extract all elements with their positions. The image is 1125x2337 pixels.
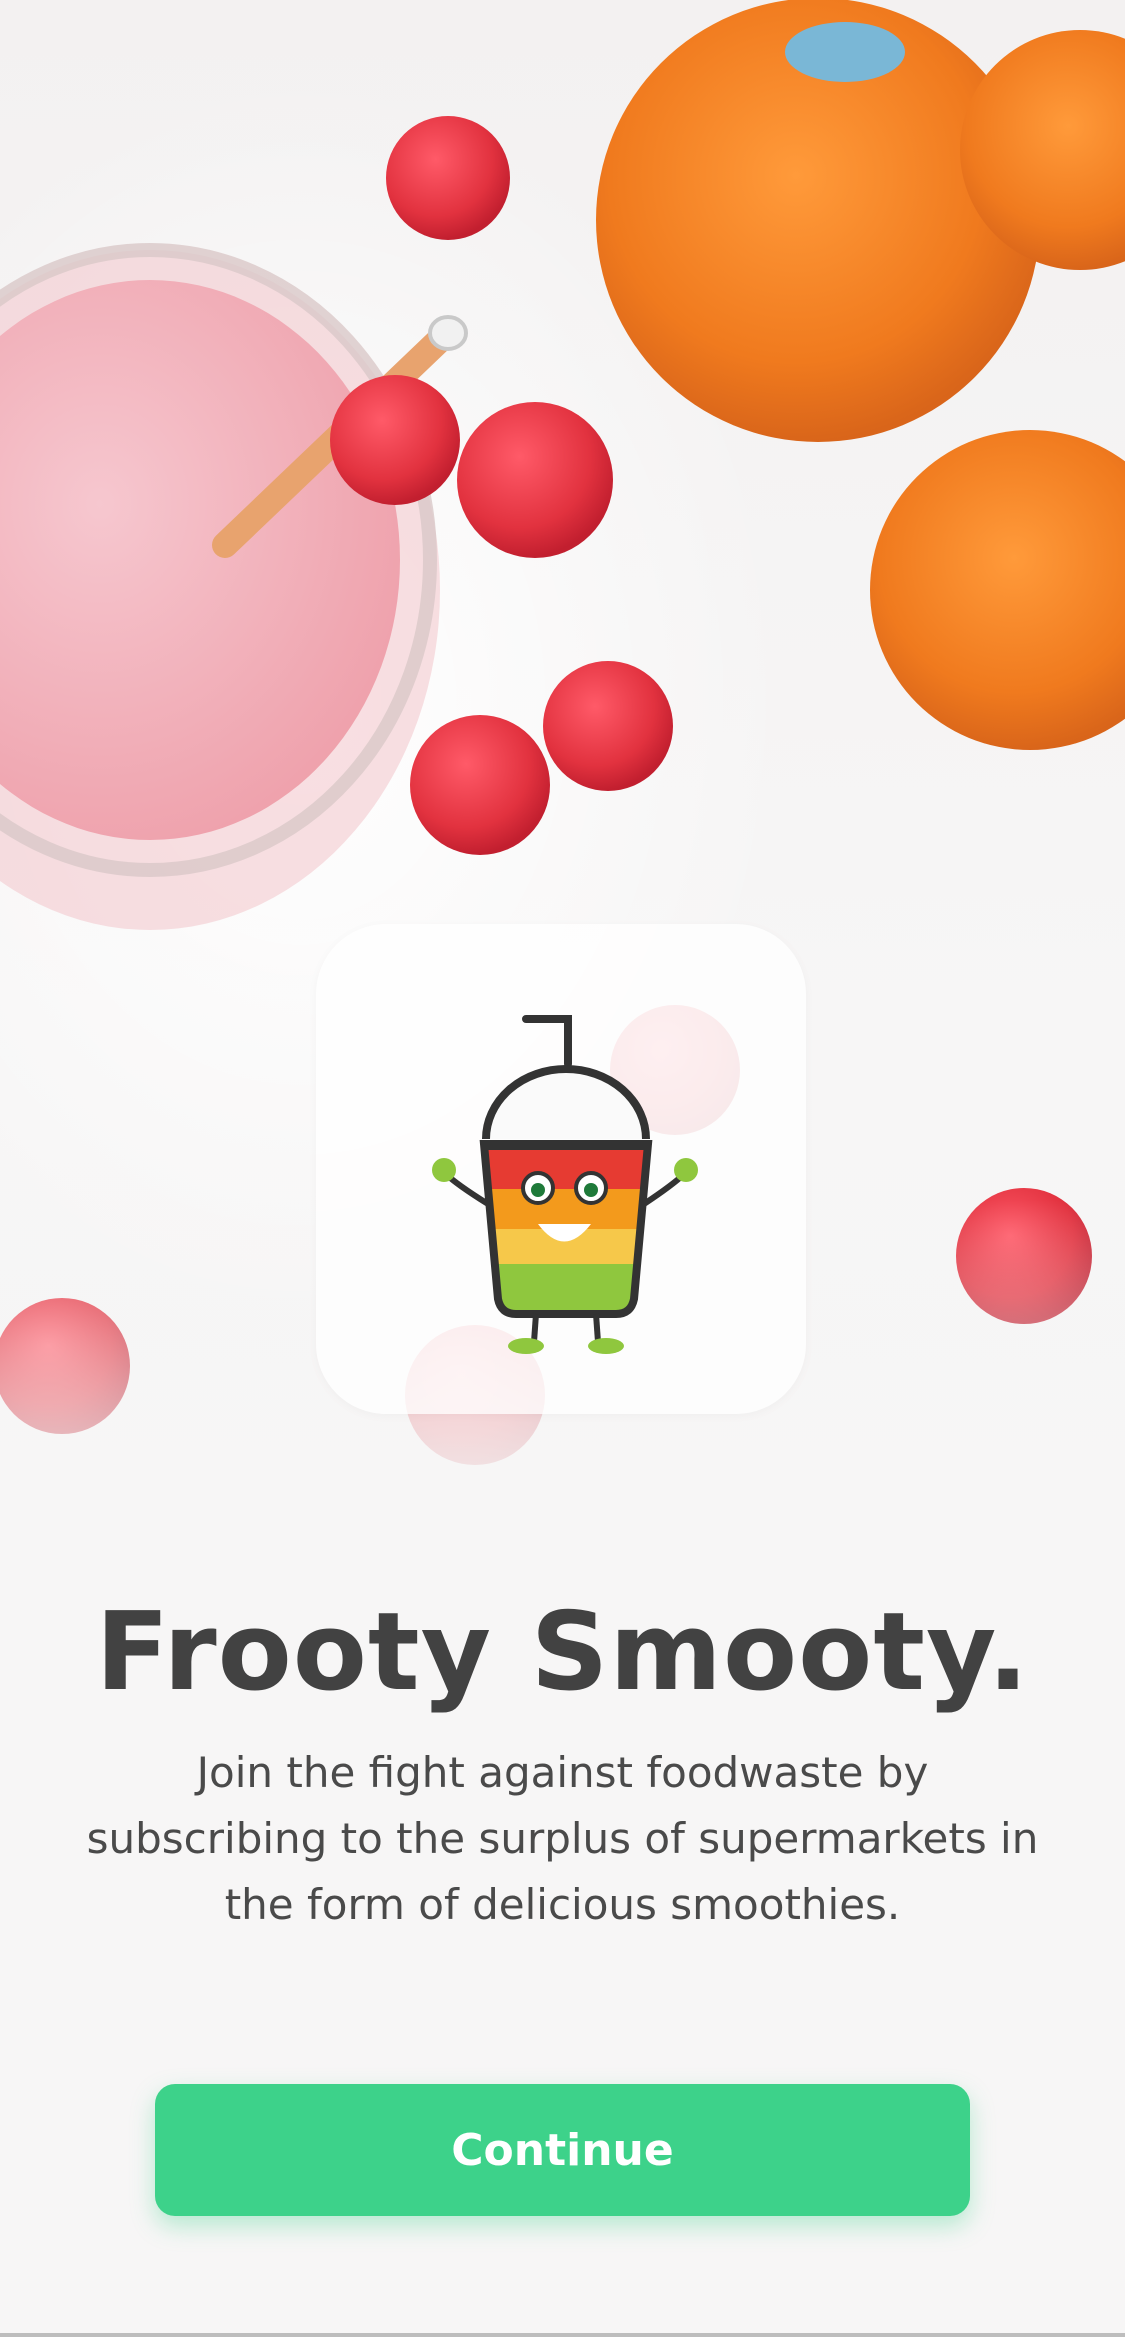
app-description: Join the fight against foodwaste by subs… <box>86 1748 1039 1929</box>
continue-button[interactable]: Continue <box>155 2084 970 2216</box>
bottom-divider <box>0 2333 1125 2337</box>
app-title: Frooty Smooty. <box>95 1590 1030 1715</box>
app-logo <box>316 924 806 1414</box>
smoothie-cup-mascot-icon <box>432 1015 698 1354</box>
